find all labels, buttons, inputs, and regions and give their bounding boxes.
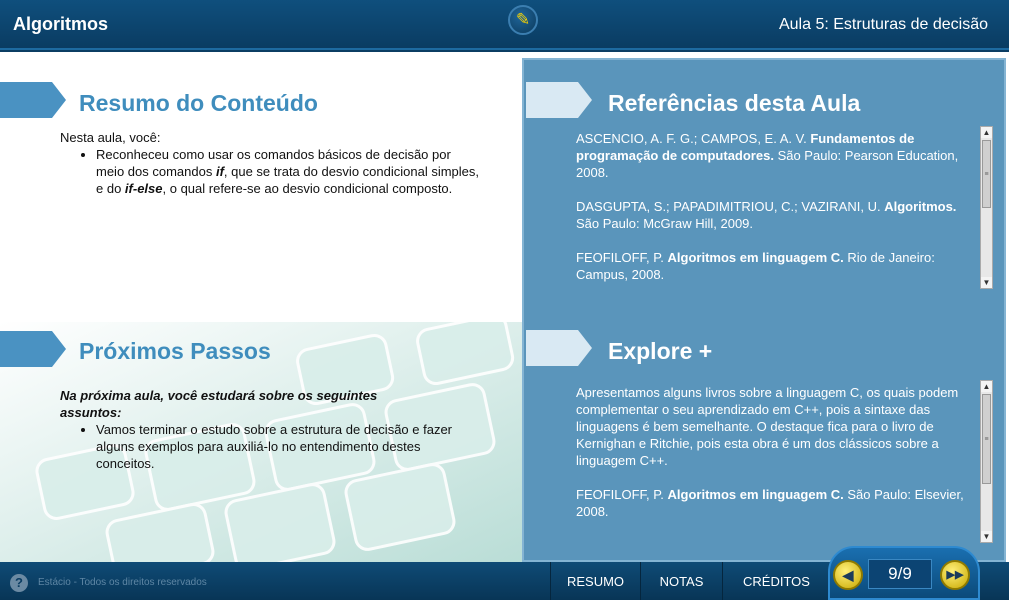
- page-navigator: ◀ 9/9 ▶▶: [828, 546, 980, 600]
- scroll-up-icon[interactable]: ▲: [981, 381, 992, 392]
- help-icon[interactable]: ?: [10, 574, 28, 592]
- prev-icon[interactable]: ◀: [833, 560, 863, 590]
- next-steps-intro: Na próxima aula, você estudará sobre os …: [60, 388, 378, 420]
- summary-title: Resumo do Conteúdo: [79, 90, 318, 116]
- explore-paragraph: Apresentamos alguns livros sobre a lingu…: [576, 385, 959, 468]
- summary-text: Nesta aula, você: Reconheceu como usar o…: [60, 129, 480, 197]
- next-steps-title: Próximos Passos: [79, 338, 271, 364]
- reference-item: FEOFILOFF, P. Algoritmos em linguagem C.…: [576, 487, 964, 519]
- app-title: Algoritmos: [13, 14, 109, 34]
- next-icon[interactable]: ▶▶: [940, 560, 970, 590]
- references-list: ASCENCIO, A. F. G.; CAMPOS, E. A. V. Fun…: [576, 130, 978, 300]
- resumo-button[interactable]: RESUMO: [550, 562, 640, 600]
- reference-item: FEOFILOFF, P. Algoritmos em linguagem C.…: [576, 250, 935, 282]
- scroll-up-icon[interactable]: ▲: [981, 127, 992, 138]
- scroll-thumb[interactable]: ≡: [982, 140, 991, 208]
- explore-banner: [526, 330, 594, 366]
- creditos-button[interactable]: CRÉDITOS: [722, 562, 830, 600]
- lesson-title: Aula 5: Estruturas de decisão: [778, 16, 988, 33]
- content-area: Resumo do Conteúdo Nesta aula, você: Rec…: [0, 52, 1009, 562]
- next-steps-banner: [0, 331, 68, 367]
- scroll-down-icon[interactable]: ▼: [981, 531, 992, 542]
- explore-scrollbar[interactable]: ▲ ≡ ▼: [980, 380, 993, 543]
- right-panel: Referências desta Aula ASCENCIO, A. F. G…: [522, 58, 1006, 562]
- reference-item: ASCENCIO, A. F. G.; CAMPOS, E. A. V. Fun…: [576, 131, 959, 180]
- top-header: Algoritmos Aula 5: Estruturas de decisão: [0, 0, 1009, 50]
- explore-text: Apresentamos alguns livros sobre a lingu…: [576, 384, 978, 537]
- summary-intro: Nesta aula, você:: [60, 130, 161, 145]
- references-scrollbar[interactable]: ▲ ≡ ▼: [980, 126, 993, 289]
- page-indicator: 9/9: [868, 559, 932, 589]
- pencil-icon[interactable]: ✎: [508, 5, 538, 35]
- reference-item: DASGUPTA, S.; PAPADIMITRIOU, C.; VAZIRAN…: [576, 199, 957, 231]
- summary-banner: [0, 82, 68, 118]
- scroll-down-icon[interactable]: ▼: [981, 277, 992, 288]
- notas-button[interactable]: NOTAS: [640, 562, 722, 600]
- references-title: Referências desta Aula: [608, 90, 861, 116]
- list-item: Reconheceu como usar os comandos básicos…: [96, 146, 480, 197]
- list-item: Vamos terminar o estudo sobre a estrutur…: [96, 421, 480, 472]
- copyright-text: Estácio - Todos os direitos reservados: [38, 577, 207, 588]
- next-steps-text: Na próxima aula, você estudará sobre os …: [60, 387, 480, 472]
- scroll-thumb[interactable]: ≡: [982, 394, 991, 484]
- references-banner: [526, 82, 594, 118]
- explore-title: Explore +: [608, 338, 713, 364]
